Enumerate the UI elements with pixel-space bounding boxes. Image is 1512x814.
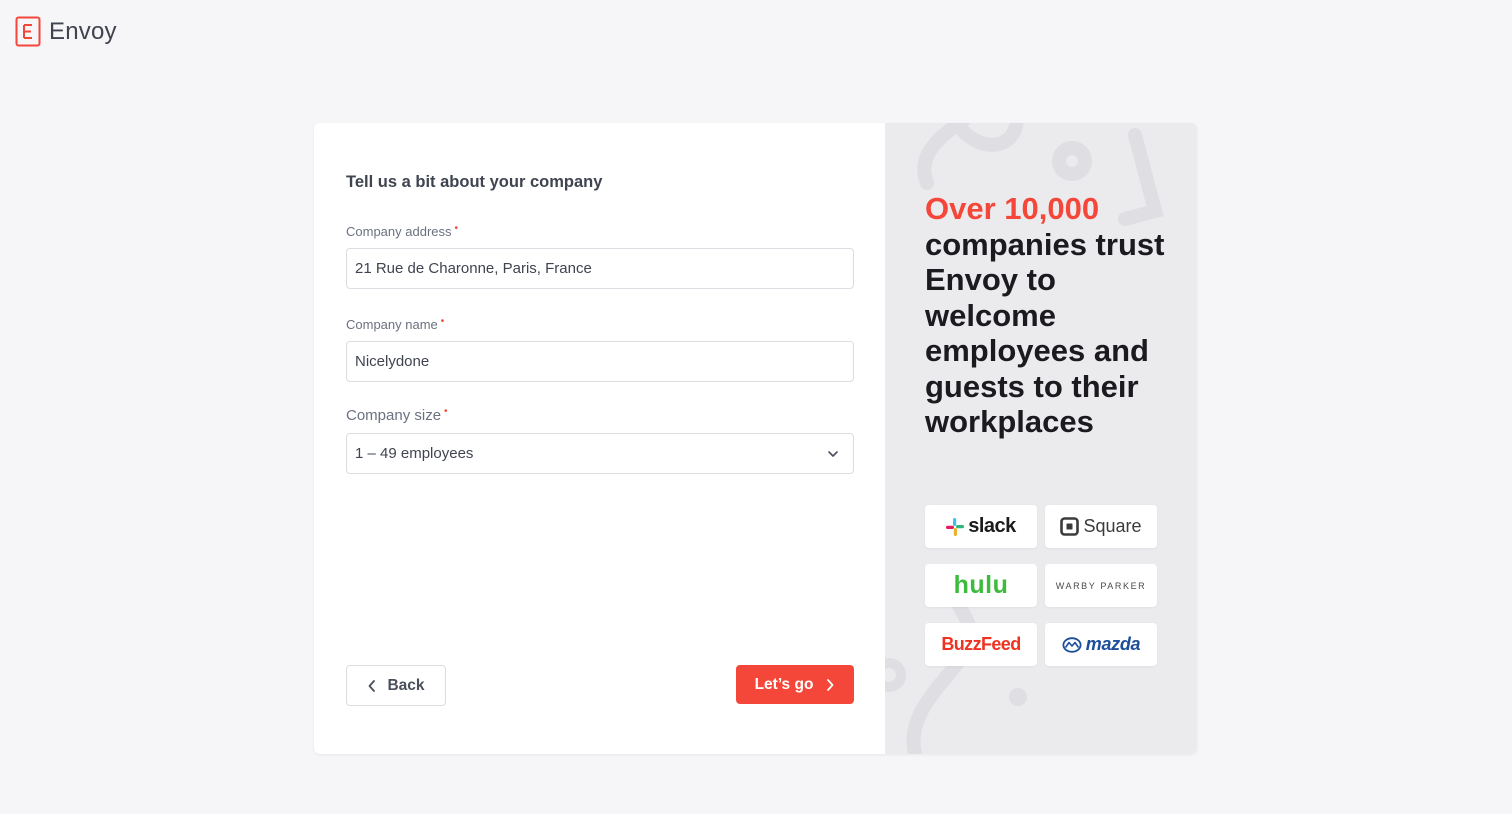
back-button[interactable]: Back xyxy=(346,665,446,706)
company-name-label-text: Company name xyxy=(346,317,438,332)
buzzfeed-logo-tile: BuzzFeed xyxy=(925,623,1037,666)
square-wordmark: Square xyxy=(1083,516,1142,536)
company-address-label: Company address • xyxy=(346,223,459,239)
company-name-input[interactable] xyxy=(346,341,854,382)
logo-wordmark: Envoy xyxy=(49,17,117,45)
mazda-wordmark: mazda xyxy=(1085,634,1141,654)
company-size-select[interactable]: 1 – 49 employees xyxy=(346,433,854,474)
company-form: Tell us a bit about your company Company… xyxy=(314,123,885,754)
company-address-input[interactable] xyxy=(346,248,854,289)
hulu-wordmark: hulu xyxy=(953,571,1009,599)
promo-text: companies trust Envoy to welcome employe… xyxy=(925,226,1165,440)
buzzfeed-wordmark: BuzzFeed xyxy=(941,634,1021,654)
envoy-logo[interactable]: Envoy xyxy=(15,16,117,47)
promo-headline: Over 10,000 companies trust Envoy to wel… xyxy=(925,191,1175,440)
chevron-right-icon xyxy=(827,678,834,691)
required-marker: • xyxy=(444,406,448,417)
company-size-value: 1 – 49 employees xyxy=(355,445,474,462)
slack-wordmark: slack xyxy=(968,515,1016,537)
lets-go-button-label: Let’s go xyxy=(754,675,814,693)
onboarding-card: Tell us a bit about your company Company… xyxy=(314,123,1197,754)
company-name-label: Company name • xyxy=(346,316,445,332)
square-logo-tile: Square xyxy=(1045,505,1157,548)
hulu-logo-tile: hulu xyxy=(925,564,1037,607)
mazda-icon xyxy=(1062,636,1082,653)
slack-icon xyxy=(946,517,965,536)
required-marker: • xyxy=(440,316,445,327)
promo-highlight: Over 10,000 xyxy=(925,191,1100,226)
warby-parker-wordmark: WARBY PARKER xyxy=(1055,580,1147,591)
envoy-logo-icon xyxy=(15,16,41,47)
warby-parker-logo-tile: WARBY PARKER xyxy=(1045,564,1157,607)
square-icon xyxy=(1060,517,1080,536)
slack-logo-tile: slack xyxy=(925,505,1037,548)
company-address-label-text: Company address xyxy=(346,224,452,239)
promo-panel: Over 10,000 companies trust Envoy to wel… xyxy=(885,123,1197,754)
lets-go-button[interactable]: Let’s go xyxy=(736,665,854,704)
company-size-label: Company size • xyxy=(346,406,448,424)
mazda-logo-tile: mazda xyxy=(1045,623,1157,666)
back-button-label: Back xyxy=(387,676,425,694)
chevron-left-icon xyxy=(369,679,376,692)
form-title: Tell us a bit about your company xyxy=(346,173,603,191)
chevron-down-icon xyxy=(828,451,838,457)
required-marker: • xyxy=(454,223,459,234)
company-size-label-text: Company size xyxy=(346,407,442,424)
